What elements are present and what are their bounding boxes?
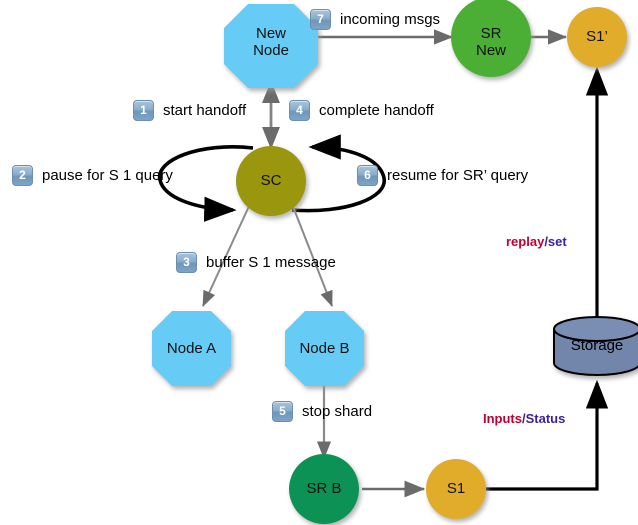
label-inputs: Inputs (483, 411, 522, 426)
node-new-node[interactable] (224, 4, 318, 88)
step-6: 6 resume for SR’ query (357, 165, 528, 186)
step-4-label: complete handoff (319, 102, 434, 119)
node-sr-new[interactable] (451, 0, 531, 77)
step-5: 5 stop shard (272, 401, 372, 422)
step-2-label: pause for S 1 query (42, 167, 173, 184)
step-4-badge: 4 (289, 100, 310, 121)
step-1: 1 start handoff (133, 100, 246, 121)
step-6-label: resume for SR’ query (387, 167, 529, 184)
step-3: 3 buffer S 1 message (176, 252, 336, 273)
step-7-label: incoming msgs (340, 11, 441, 28)
step-2-badge: 2 (12, 165, 33, 186)
node-s1[interactable] (426, 459, 486, 519)
label-replay: replay (506, 234, 545, 249)
step-6-badge: 6 (357, 165, 378, 186)
label-status: /Status (522, 411, 566, 426)
node-s1-prime[interactable] (567, 7, 627, 67)
step-3-label: buffer S 1 message (206, 254, 336, 271)
label-set: /set (544, 234, 567, 249)
step-2: 2 pause for S 1 query (12, 165, 173, 186)
label-replay-set: replay/set (506, 234, 567, 249)
edge-s1-to-storage (486, 379, 609, 491)
step-1-badge: 1 (133, 100, 154, 121)
step-1-label: start handoff (163, 102, 247, 119)
label-inputs-status: Inputs/Status (483, 411, 565, 426)
node-node-a[interactable] (152, 311, 231, 386)
step-4: 4 complete handoff (289, 100, 434, 121)
step-7-badge: 7 (310, 9, 331, 30)
node-node-b[interactable] (285, 311, 364, 386)
node-sc[interactable] (236, 146, 306, 216)
step-7: 7 incoming msgs (310, 9, 440, 30)
step-3-badge: 3 (176, 252, 197, 273)
node-storage[interactable] (553, 316, 638, 376)
step-5-badge: 5 (272, 401, 293, 422)
node-sr-b[interactable] (289, 454, 359, 524)
step-5-label: stop shard (302, 403, 373, 420)
